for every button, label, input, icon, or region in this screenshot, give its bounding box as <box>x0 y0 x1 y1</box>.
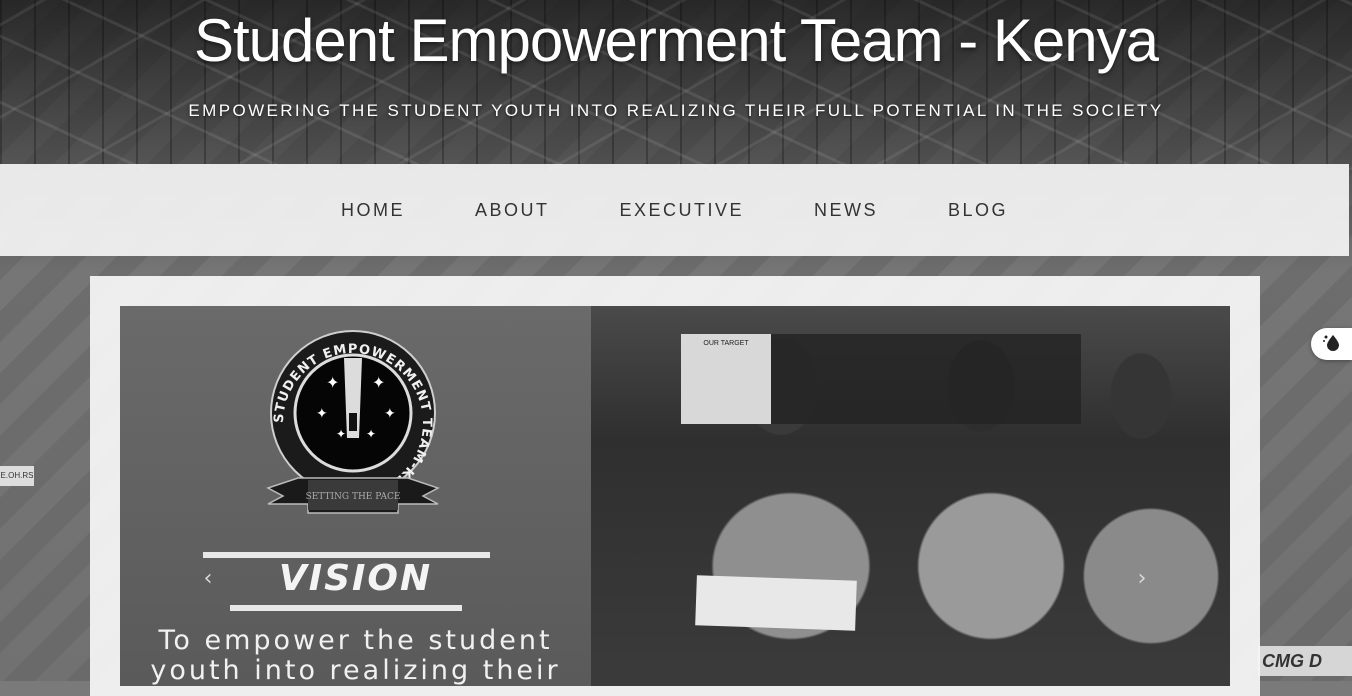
svg-text:✦: ✦ <box>326 373 339 392</box>
svg-text:SETTING THE PACE: SETTING THE PACE <box>306 492 401 502</box>
svg-text:✦: ✦ <box>372 373 385 392</box>
vision-text-line-1: To empower the student <box>158 625 553 656</box>
background-sign-left: E.OH.RS <box>0 466 34 486</box>
nav-item-news[interactable]: NEWS <box>814 200 878 221</box>
slider-prev-arrow[interactable]: ‹ <box>196 564 220 594</box>
notice-board: OUR TARGET <box>681 334 771 424</box>
organization-logo: ✦ ✦ ✦ ✦ ✦ ✦ STUDENT EMPOWERMENT TEAM-KEN… <box>248 318 458 528</box>
svg-text:✦: ✦ <box>384 406 396 422</box>
vision-heading: VISION <box>278 558 433 599</box>
nav-item-blog[interactable]: BLOG <box>948 200 1008 221</box>
vision-divider-bottom <box>230 605 462 611</box>
students-photo: OUR TARGET <box>591 306 1230 686</box>
nav-item-home[interactable]: HOME <box>341 200 405 221</box>
slider-next-arrow[interactable]: › <box>1130 564 1154 594</box>
accessibility-widget-button[interactable] <box>1311 328 1352 360</box>
svg-text:✦: ✦ <box>366 427 376 441</box>
color-drop-icon <box>1321 331 1343 357</box>
main-navigation: HOME ABOUT EXECUTIVE NEWS BLOG <box>0 164 1349 256</box>
vision-text-line-2: youth into realizing their <box>150 655 561 686</box>
site-title[interactable]: Student Empowerment Team - Kenya <box>0 6 1352 75</box>
svg-text:✦: ✦ <box>336 427 346 441</box>
background-sign-right: CMG D <box>1258 646 1352 676</box>
vision-statement: To empower the student youth into realiz… <box>120 626 591 686</box>
paper-on-lap <box>695 575 857 631</box>
site-tagline: EMPOWERING THE STUDENT YOUTH INTO REALIZ… <box>188 101 1164 120</box>
image-slider[interactable]: ✦ ✦ ✦ ✦ ✦ ✦ STUDENT EMPOWERMENT TEAM-KEN… <box>120 306 1230 686</box>
vision-slide-panel: ✦ ✦ ✦ ✦ ✦ ✦ STUDENT EMPOWERMENT TEAM-KEN… <box>120 306 591 686</box>
nav-item-executive[interactable]: EXECUTIVE <box>619 200 744 221</box>
svg-text:✦: ✦ <box>316 406 328 422</box>
nav-item-about[interactable]: ABOUT <box>475 200 550 221</box>
